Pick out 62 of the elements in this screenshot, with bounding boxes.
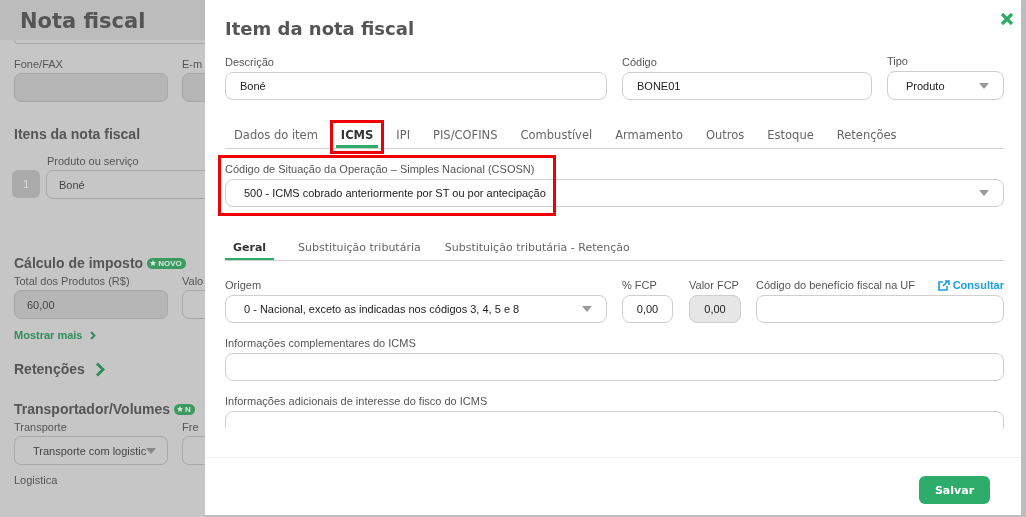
number-field[interactable]: 0,00 <box>622 295 673 323</box>
caret-icon <box>979 190 989 196</box>
close-icon <box>1000 12 1014 26</box>
close-button[interactable] <box>998 10 1016 28</box>
star-icon <box>177 406 184 412</box>
input-field[interactable] <box>14 73 168 102</box>
field-label: Informações adicionais de interesse do fisco do ICMS <box>225 395 489 407</box>
tab[interactable]: Combustível <box>515 122 598 148</box>
tab[interactable]: Estoque <box>762 122 819 148</box>
field-label: Informações complementares do ICMS <box>225 337 417 349</box>
section-heading: Cálculo de imposto <box>14 255 144 271</box>
field-label: Logistica <box>14 474 59 486</box>
section-heading: Transportador/Volumes <box>14 401 171 417</box>
field-label: % FCP <box>622 279 658 291</box>
tab[interactable]: Dados do item <box>229 122 323 148</box>
field-label: Código de Situação da Operação – Simples Nacional (CSOSN) <box>225 163 536 175</box>
input-field[interactable]: 60,00 <box>14 290 168 319</box>
new-badge: N <box>174 403 195 415</box>
type-select[interactable]: Produto <box>887 71 1004 100</box>
modal-title: Item da nota fiscal <box>225 18 415 39</box>
code-field[interactable]: BONE01 <box>622 72 872 100</box>
section-heading: Itens da nota fiscal <box>14 126 141 142</box>
caret-icon <box>146 447 157 454</box>
field-label: Total dos Produtos (R$) <box>14 275 131 287</box>
field-label: Código <box>622 56 658 68</box>
subtab[interactable]: Substituição tributária <box>298 241 421 260</box>
tab[interactable]: Outros <box>700 122 750 148</box>
tab[interactable]: Armamento <box>610 122 688 148</box>
field-label: Fre <box>182 421 200 433</box>
field-label: Descrição <box>225 56 275 68</box>
chevron-right-icon[interactable] <box>94 361 105 377</box>
field-label: Transporte <box>14 421 68 433</box>
new-badge: NOVO <box>147 257 186 269</box>
chevron-right-icon <box>90 330 97 340</box>
tab[interactable]: PIS/COFINS <box>428 122 503 148</box>
description-field[interactable]: Boné <box>225 72 607 100</box>
tab[interactable]: Retenções <box>831 122 902 148</box>
product-field[interactable]: Boné <box>46 170 205 199</box>
field-label: Produto ou serviço <box>47 155 140 167</box>
complementary-info-field[interactable] <box>225 353 1004 381</box>
external-link-icon <box>937 279 950 291</box>
section-heading: Retenções <box>14 361 85 377</box>
field-label: E-m <box>182 58 204 70</box>
subtab[interactable]: Substituição tributária - Retenção <box>444 241 630 260</box>
field-label: Tipo <box>887 55 909 67</box>
transport-select[interactable]: Transporte com logistic <box>14 436 168 465</box>
caret-icon <box>582 306 592 312</box>
field-label: Valor FCP <box>689 279 740 291</box>
caret-icon <box>979 82 989 89</box>
csosn-select[interactable]: 500 - ICMS cobrado anteriormente por ST ou por antecipação <box>225 179 1004 207</box>
field-label: Fone/FAX <box>14 58 64 70</box>
tab[interactable]: ICMS <box>335 122 379 148</box>
star-icon <box>150 260 157 266</box>
number-field: 0,00 <box>689 295 741 323</box>
benefit-field[interactable] <box>756 295 1004 323</box>
tab[interactable]: IPI <box>391 122 416 148</box>
field-label: Origem <box>225 279 263 291</box>
origin-select[interactable]: 0 - Nacional, exceto as indicadas nos códigos 3, 4, 5 e 8 <box>225 295 607 323</box>
subtab[interactable]: Geral <box>225 241 275 260</box>
page-title: Nota fiscal <box>20 9 147 33</box>
field-label: Código do benefício fiscal na UF <box>756 279 915 291</box>
field-label: Valo <box>182 275 205 287</box>
